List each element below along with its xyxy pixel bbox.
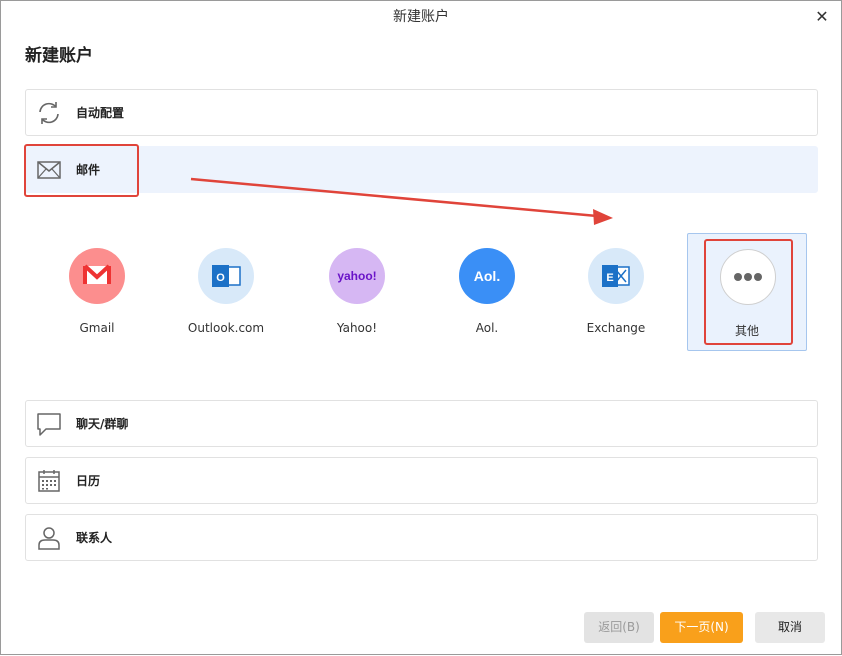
svg-text:yahoo!: yahoo! <box>337 269 376 283</box>
calendar-icon <box>38 470 60 492</box>
row-calendar-label: 日历 <box>76 474 101 488</box>
dialog-title: 新建账户 <box>393 9 449 25</box>
yahoo-icon: yahoo! <box>329 248 385 304</box>
email-annotation-box <box>24 144 139 197</box>
row-contacts-label: 联系人 <box>76 531 113 545</box>
refresh-icon <box>39 102 59 124</box>
provider-label: Aol. <box>475 321 499 335</box>
row-chat-label: 聊天/群聊 <box>76 417 129 431</box>
other-annotation-box <box>704 239 793 345</box>
row-auto-config-label: 自动配置 <box>76 106 125 120</box>
provider-label: Yahoo! <box>336 321 378 335</box>
provider-label: Exchange <box>586 321 646 335</box>
page-title: 新建账户 <box>25 46 93 66</box>
back-button[interactable]: 返回(B) <box>584 612 654 643</box>
row-contacts[interactable]: 联系人 <box>25 514 818 561</box>
provider-label: Gmail <box>79 321 115 335</box>
aol-icon: Aol. <box>459 248 515 304</box>
gmail-icon <box>69 248 125 304</box>
next-button[interactable]: 下一页(N) <box>660 612 743 643</box>
new-account-dialog: 新建账户 ✕ 新建账户 自动配置 邮件 Gmail O Outlook.com … <box>0 0 842 655</box>
svg-text:E: E <box>606 272 613 284</box>
provider-outlook[interactable]: O Outlook.com <box>166 233 286 351</box>
cancel-button[interactable]: 取消 <box>755 612 825 643</box>
chat-bubble-icon <box>37 413 61 436</box>
outlook-icon: O <box>198 248 254 304</box>
provider-gmail[interactable]: Gmail <box>37 233 157 351</box>
exchange-icon: E <box>588 248 644 304</box>
provider-yahoo[interactable]: yahoo! Yahoo! <box>297 233 417 351</box>
provider-exchange[interactable]: E Exchange <box>556 233 676 351</box>
svg-text:O: O <box>216 272 225 284</box>
row-auto-config[interactable]: 自动配置 <box>25 89 818 136</box>
row-email[interactable]: 邮件 <box>25 146 818 193</box>
row-chat[interactable]: 聊天/群聊 <box>25 400 818 447</box>
svg-text:Aol.: Aol. <box>474 268 500 284</box>
provider-aol[interactable]: Aol. Aol. <box>427 233 547 351</box>
provider-label: Outlook.com <box>187 321 265 335</box>
person-icon <box>38 527 60 550</box>
row-calendar[interactable]: 日历 <box>25 457 818 504</box>
close-button[interactable]: ✕ <box>813 8 831 26</box>
